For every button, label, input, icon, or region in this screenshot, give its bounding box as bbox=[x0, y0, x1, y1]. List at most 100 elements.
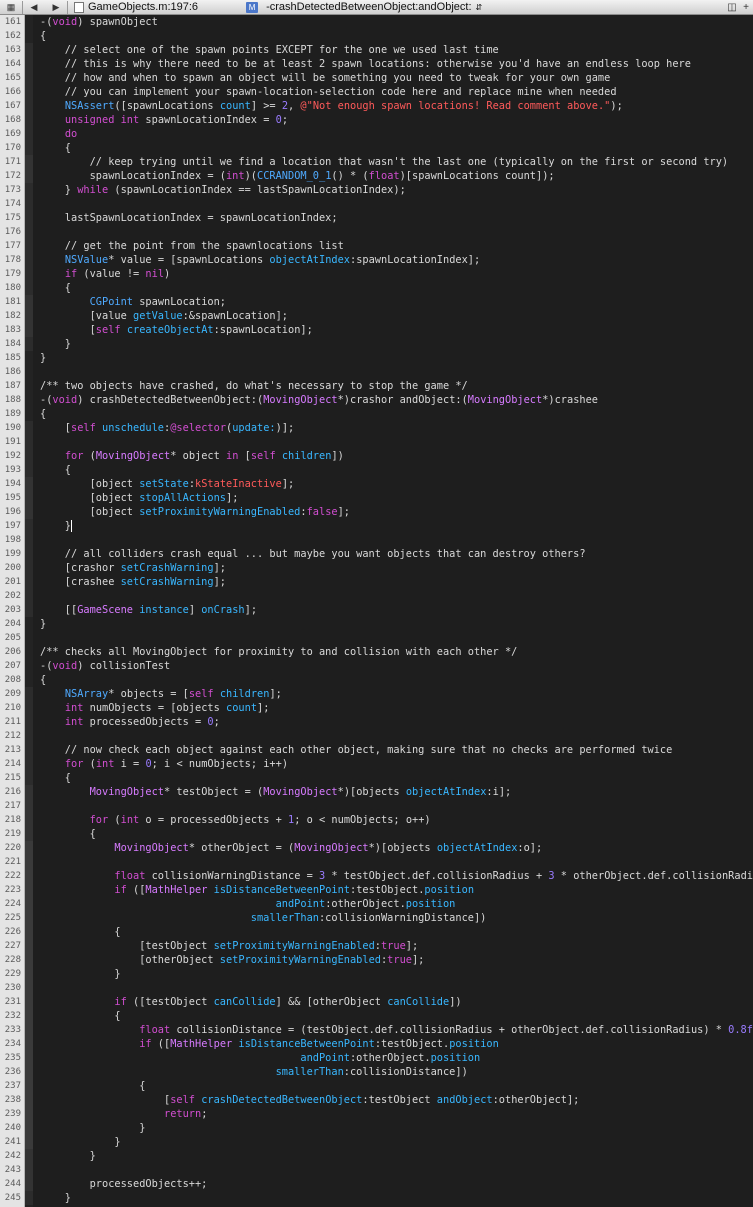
code-line[interactable]: 200 [crashor setCrashWarning]; bbox=[0, 561, 753, 575]
code-line[interactable]: 214 for (int i = 0; i < numObjects; i++) bbox=[0, 757, 753, 771]
fold-marker[interactable] bbox=[25, 1191, 33, 1205]
file-breadcrumb[interactable]: GameObjects.m:197:6 bbox=[88, 1, 198, 13]
code-line[interactable]: 217 bbox=[0, 799, 753, 813]
fold-marker[interactable] bbox=[25, 491, 33, 505]
fold-marker[interactable] bbox=[25, 393, 33, 407]
code-line[interactable]: 162 { bbox=[0, 29, 753, 43]
fold-marker[interactable] bbox=[25, 1037, 33, 1051]
code-line[interactable]: 206 /** checks all MovingObject for proxi… bbox=[0, 645, 753, 659]
fold-marker[interactable] bbox=[25, 141, 33, 155]
code-line[interactable]: 229 } bbox=[0, 967, 753, 981]
fold-marker[interactable] bbox=[25, 827, 33, 841]
fold-marker[interactable] bbox=[25, 505, 33, 519]
fold-marker[interactable] bbox=[25, 15, 33, 29]
fold-marker[interactable] bbox=[25, 155, 33, 169]
fold-marker[interactable] bbox=[25, 85, 33, 99]
code-line[interactable]: 219 { bbox=[0, 827, 753, 841]
code-line[interactable]: 231 if ([testObject canCollide] && [othe… bbox=[0, 995, 753, 1009]
fold-marker[interactable] bbox=[25, 1023, 33, 1037]
fold-marker[interactable] bbox=[25, 99, 33, 113]
code-line[interactable]: 221 bbox=[0, 855, 753, 869]
fold-marker[interactable] bbox=[25, 533, 33, 547]
fold-marker[interactable] bbox=[25, 29, 33, 43]
fold-marker[interactable] bbox=[25, 71, 33, 85]
code-line[interactable]: 240 } bbox=[0, 1121, 753, 1135]
fold-marker[interactable] bbox=[25, 701, 33, 715]
code-line[interactable]: 175 lastSpawnLocationIndex = spawnLocati… bbox=[0, 211, 753, 225]
fold-marker[interactable] bbox=[25, 1135, 33, 1149]
fold-marker[interactable] bbox=[25, 631, 33, 645]
fold-marker[interactable] bbox=[25, 1149, 33, 1163]
fold-marker[interactable] bbox=[25, 589, 33, 603]
split-editor-icon[interactable]: ◫ bbox=[725, 1, 739, 15]
fold-marker[interactable] bbox=[25, 561, 33, 575]
code-line[interactable]: 168 unsigned int spawnLocationIndex = 0; bbox=[0, 113, 753, 127]
fold-marker[interactable] bbox=[25, 967, 33, 981]
fold-marker[interactable] bbox=[25, 841, 33, 855]
fold-marker[interactable] bbox=[25, 757, 33, 771]
code-line[interactable]: 209 NSArray* objects = [self children]; bbox=[0, 687, 753, 701]
add-editor-icon[interactable]: + bbox=[739, 1, 753, 15]
code-line[interactable]: 173 } while (spawnLocationIndex == lastS… bbox=[0, 183, 753, 197]
code-line[interactable]: 178 NSValue* value = [spawnLocations obj… bbox=[0, 253, 753, 267]
code-line[interactable]: 210 int numObjects = [objects count]; bbox=[0, 701, 753, 715]
code-line[interactable]: 180 { bbox=[0, 281, 753, 295]
fold-marker[interactable] bbox=[25, 197, 33, 211]
code-line[interactable]: 242 } bbox=[0, 1149, 753, 1163]
code-line[interactable]: 235 andPoint:otherObject.position bbox=[0, 1051, 753, 1065]
code-line[interactable]: 241 } bbox=[0, 1135, 753, 1149]
code-line[interactable]: 161 -(void) spawnObject bbox=[0, 15, 753, 29]
code-line[interactable]: 179 if (value != nil) bbox=[0, 267, 753, 281]
fold-marker[interactable] bbox=[25, 729, 33, 743]
code-line[interactable]: 189 { bbox=[0, 407, 753, 421]
code-line[interactable]: 190 [self unschedule:@selector(update:)]… bbox=[0, 421, 753, 435]
fold-marker[interactable] bbox=[25, 281, 33, 295]
code-line[interactable]: 203 [[GameScene instance] onCrash]; bbox=[0, 603, 753, 617]
fold-marker[interactable] bbox=[25, 897, 33, 911]
fold-marker[interactable] bbox=[25, 799, 33, 813]
fold-marker[interactable] bbox=[25, 1163, 33, 1177]
fold-marker[interactable] bbox=[25, 1121, 33, 1135]
code-line[interactable]: 238 [self crashDetectedBetweenObject:tes… bbox=[0, 1093, 753, 1107]
code-line[interactable]: 196 [object setProximityWarningEnabled:f… bbox=[0, 505, 753, 519]
code-editor[interactable]: 161 -(void) spawnObject 162{163 // select … bbox=[0, 15, 753, 1207]
fold-marker[interactable] bbox=[25, 463, 33, 477]
popup-arrows-icon[interactable]: ⇵ bbox=[476, 3, 483, 12]
fold-marker[interactable] bbox=[25, 421, 33, 435]
fold-marker[interactable] bbox=[25, 239, 33, 253]
fold-marker[interactable] bbox=[25, 183, 33, 197]
code-line[interactable]: 199 // all colliders crash equal ... but… bbox=[0, 547, 753, 561]
code-line[interactable]: 201 [crashee setCrashWarning]; bbox=[0, 575, 753, 589]
fold-marker[interactable] bbox=[25, 295, 33, 309]
fold-marker[interactable] bbox=[25, 267, 33, 281]
fold-marker[interactable] bbox=[25, 715, 33, 729]
fold-marker[interactable] bbox=[25, 617, 33, 631]
fold-marker[interactable] bbox=[25, 687, 33, 701]
code-line[interactable]: 181 CGPoint spawnLocation; bbox=[0, 295, 753, 309]
fold-marker[interactable] bbox=[25, 407, 33, 421]
fold-marker[interactable] bbox=[25, 323, 33, 337]
fold-marker[interactable] bbox=[25, 113, 33, 127]
code-line[interactable]: 222 float collisionWarningDistance = 3 *… bbox=[0, 869, 753, 883]
fold-marker[interactable] bbox=[25, 435, 33, 449]
fold-marker[interactable] bbox=[25, 127, 33, 141]
code-line[interactable]: 183 [self createObjectAt:spawnLocation]; bbox=[0, 323, 753, 337]
code-line[interactable]: 233 float collisionDistance = (testObjec… bbox=[0, 1023, 753, 1037]
fold-marker[interactable] bbox=[25, 659, 33, 673]
fold-marker[interactable] bbox=[25, 575, 33, 589]
code-line[interactable]: 166 // you can implement your spawn-loca… bbox=[0, 85, 753, 99]
code-line[interactable]: 218 for (int o = processedObjects + 1; o… bbox=[0, 813, 753, 827]
fold-marker[interactable] bbox=[25, 43, 33, 57]
code-line[interactable]: 193 { bbox=[0, 463, 753, 477]
code-line[interactable]: 165 // how and when to spawn an object w… bbox=[0, 71, 753, 85]
code-line[interactable]: 176 bbox=[0, 225, 753, 239]
code-line[interactable]: 184 } bbox=[0, 337, 753, 351]
code-line[interactable]: 174 bbox=[0, 197, 753, 211]
code-line[interactable]: 207 -(void) collisionTest bbox=[0, 659, 753, 673]
code-line[interactable]: 239 return; bbox=[0, 1107, 753, 1121]
code-line[interactable]: 163 // select one of the spawn points EX… bbox=[0, 43, 753, 57]
fold-marker[interactable] bbox=[25, 883, 33, 897]
code-line[interactable]: 170 { bbox=[0, 141, 753, 155]
code-line[interactable]: 172 spawnLocationIndex = (int)(CCRANDOM_… bbox=[0, 169, 753, 183]
fold-marker[interactable] bbox=[25, 995, 33, 1009]
